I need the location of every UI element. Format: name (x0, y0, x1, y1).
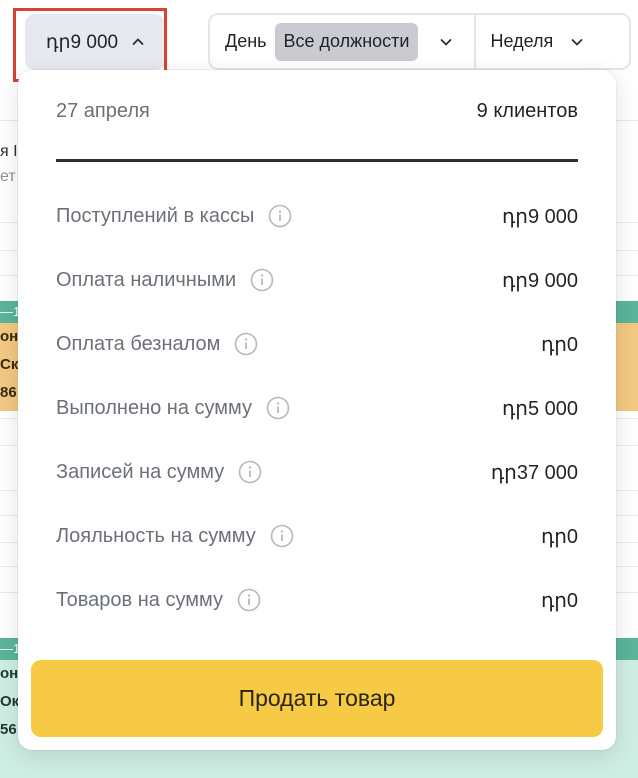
stat-value: դր9 000 (502, 205, 578, 228)
stat-value: դր37 000 (490, 461, 578, 484)
info-icon[interactable] (266, 396, 290, 420)
info-icon[interactable] (234, 332, 258, 356)
stat-value: դր0 (540, 589, 578, 612)
stat-label: Оплата безналом (56, 332, 221, 355)
clients-count: 9 клиентов (476, 100, 578, 122)
stat-row-cashless-payment: Оплата безналом դր0 (56, 329, 578, 359)
chevron-down-icon (440, 36, 452, 48)
role-select-value: Все должности (283, 31, 410, 51)
sell-product-button[interactable]: Продать товар (31, 660, 603, 737)
chevron-up-icon (132, 36, 144, 48)
stat-label: Лояльность на сумму (56, 524, 256, 547)
calendar-filters: День Все должности Неделя (208, 13, 631, 70)
stat-label: Оплата наличными (56, 268, 237, 291)
stat-value: դր0 (540, 333, 578, 356)
stat-row-loyalty-amount: Лояльность на сумму դր0 (56, 521, 578, 551)
stat-row-cash-payment: Оплата наличными դր9 000 (56, 265, 578, 295)
role-select-toggle[interactable] (418, 15, 474, 68)
stat-label: Выполнено на сумму (56, 396, 253, 419)
popover-header: 27 апреля 9 клиентов (56, 100, 578, 123)
period-select-value: Неделя (490, 31, 554, 51)
info-icon[interactable] (268, 204, 292, 228)
sell-product-label: Продать товар (238, 685, 396, 711)
stat-row-bookings-amount: Записей на сумму դր37 000 (56, 457, 578, 487)
stat-value: դր5 000 (502, 397, 578, 420)
role-select[interactable]: Все должности (274, 22, 419, 61)
staff-name-fragment: я І (0, 143, 18, 160)
info-icon[interactable] (237, 588, 261, 612)
info-icon[interactable] (270, 524, 294, 548)
stat-label: Записей на сумму (56, 460, 225, 483)
day-view-toggle[interactable]: День (210, 15, 275, 68)
stat-label: Поступлений в кассы (56, 204, 255, 227)
stat-label: Товаров на сумму (56, 588, 223, 611)
chevron-down-icon (571, 36, 583, 48)
info-icon[interactable] (250, 268, 274, 292)
info-icon[interactable] (238, 460, 262, 484)
stat-value: դր0 (540, 525, 578, 548)
period-select[interactable]: Неделя (476, 15, 583, 68)
stat-row-goods-amount: Товаров на сумму դր0 (56, 585, 578, 615)
stat-value: դր9 000 (502, 269, 578, 292)
summary-date: 27 апреля (56, 100, 150, 122)
revenue-summary-button[interactable]: դր9 000 (25, 14, 165, 70)
stat-row-completed-amount: Выполнено на сумму դր5 000 (56, 393, 578, 423)
divider (56, 159, 578, 162)
day-view-label: День (225, 31, 267, 51)
staff-role-fragment: ет (0, 168, 16, 185)
revenue-summary-popover: 27 апреля 9 клиентов Поступлений в кассы… (18, 70, 616, 750)
stat-row-cash-receipts: Поступлений в кассы դր9 000 (56, 201, 578, 231)
revenue-summary-label: դր9 000 (45, 31, 119, 53)
